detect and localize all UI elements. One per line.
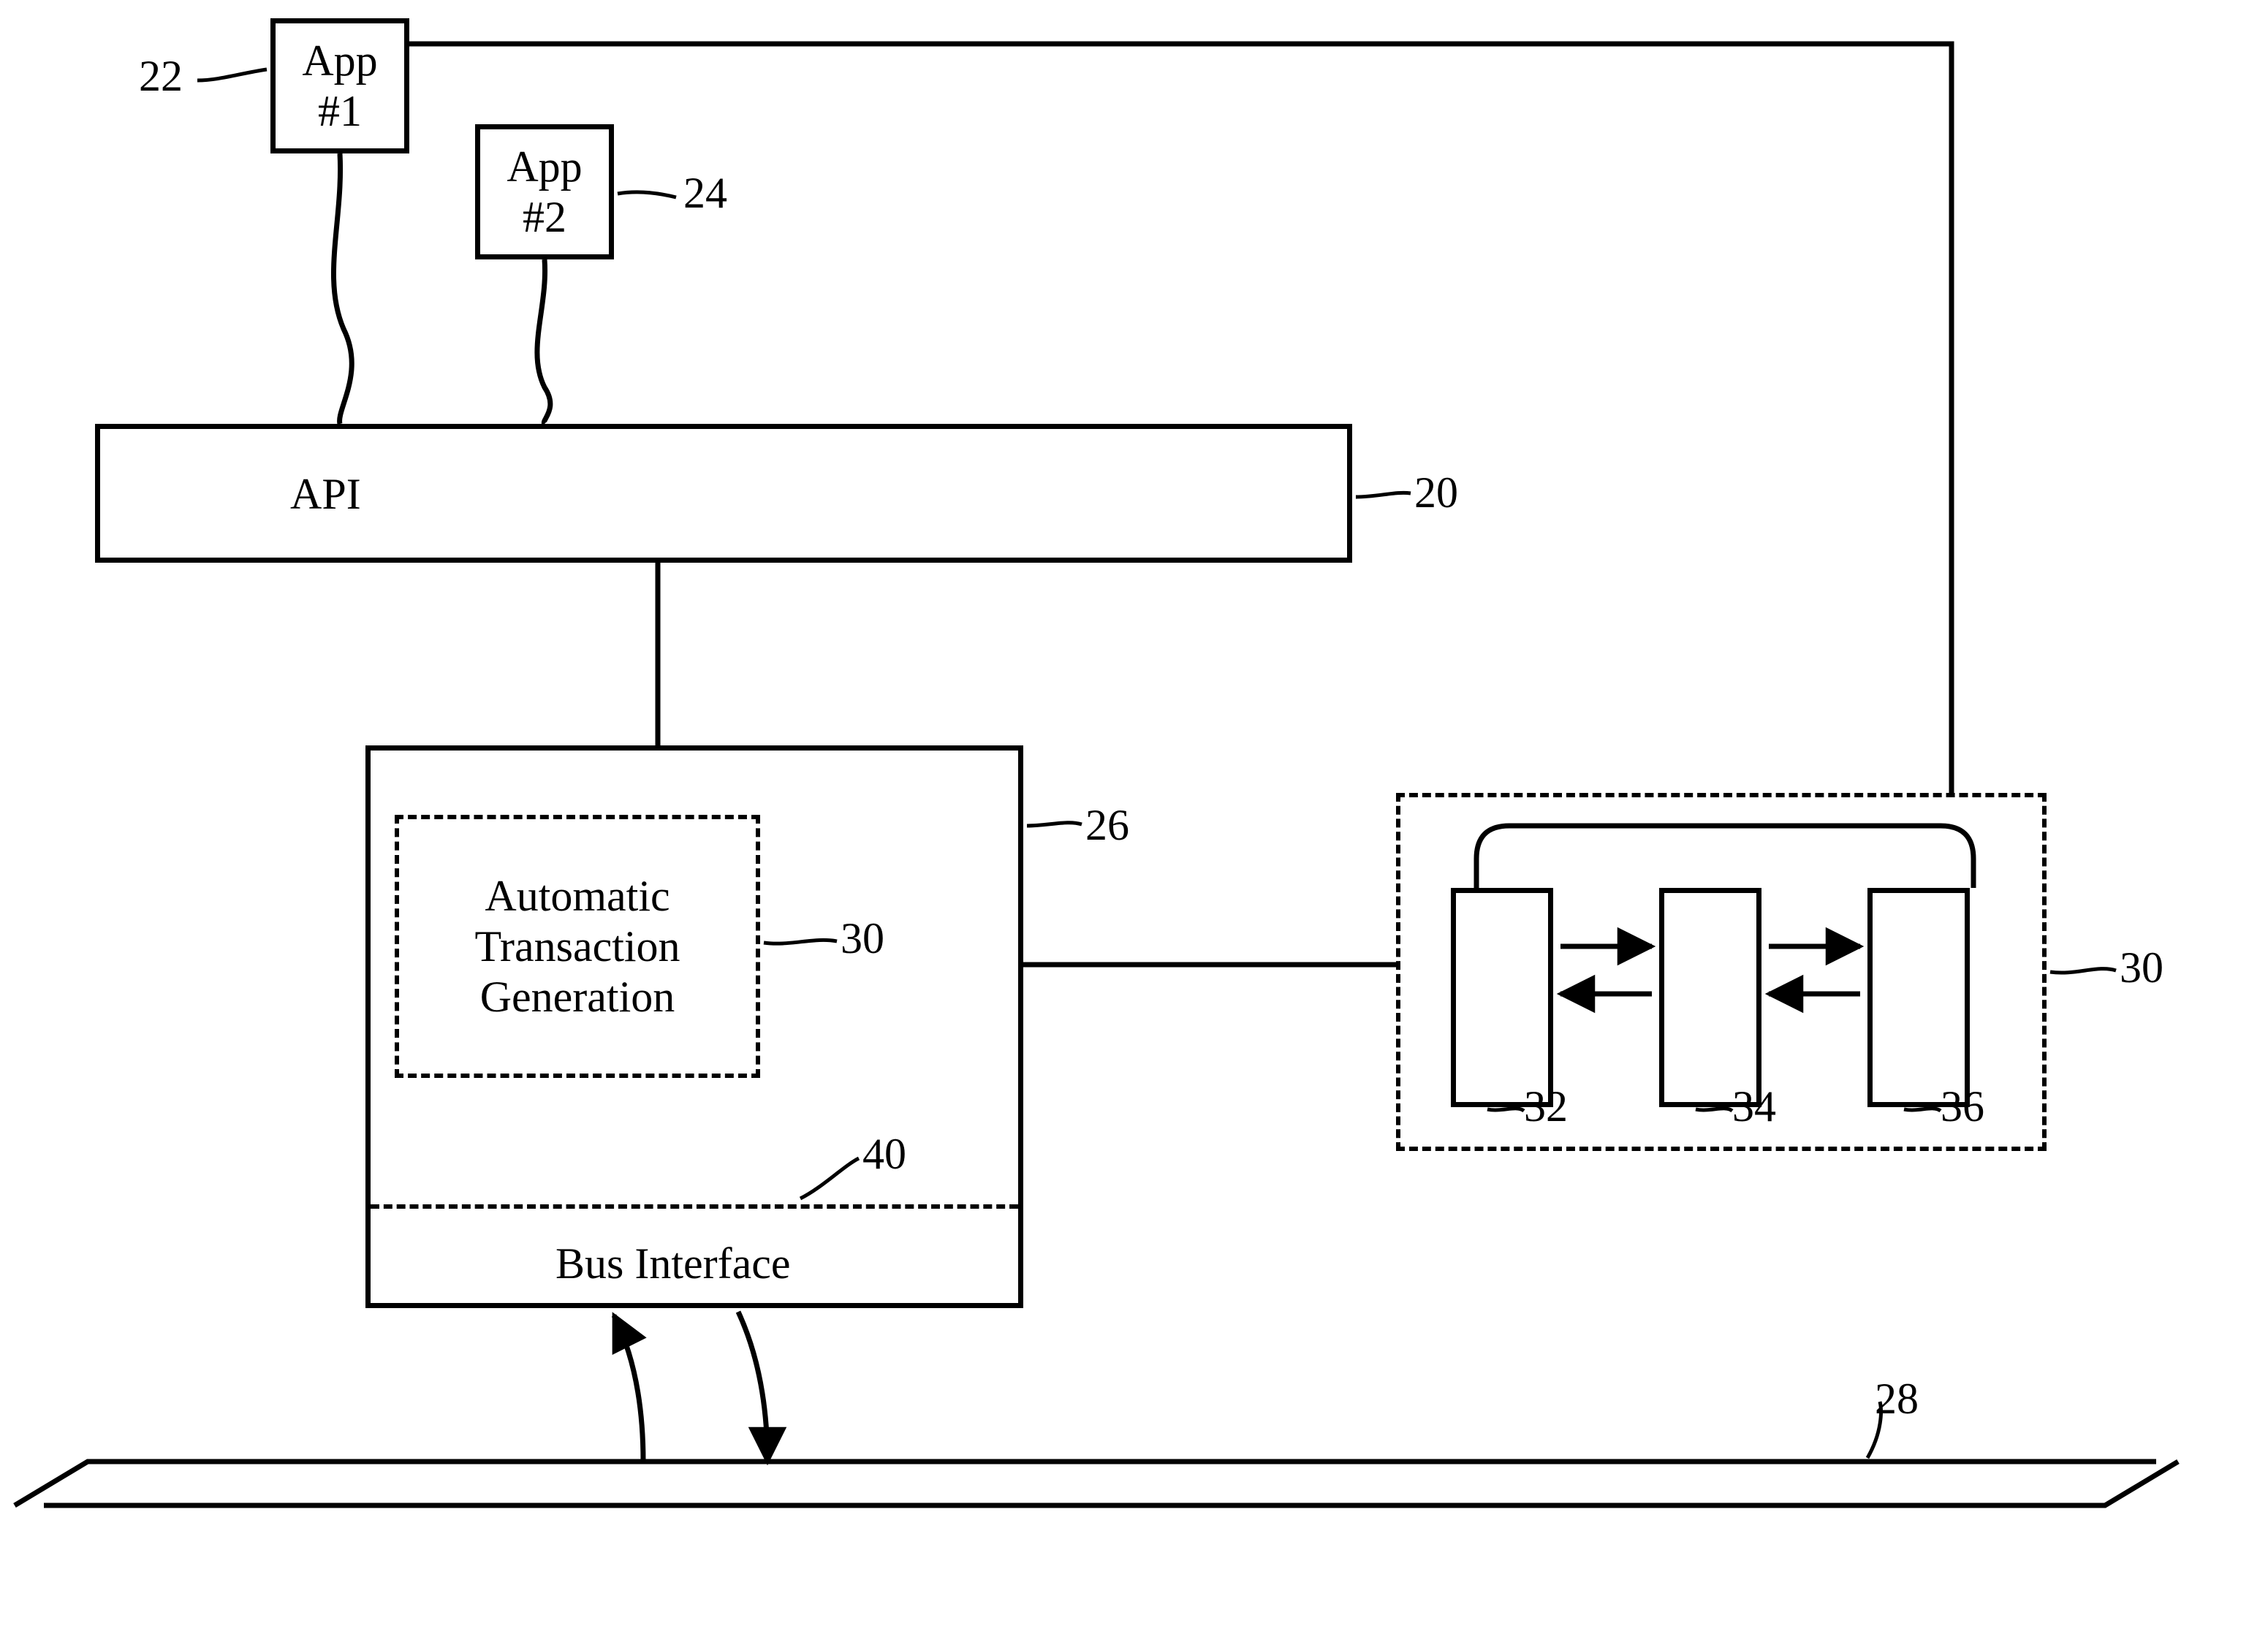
atg-line2: Transaction	[474, 922, 680, 972]
separator-40	[371, 1204, 1018, 1209]
block-32	[1451, 888, 1553, 1107]
app1-line2: #1	[318, 86, 362, 137]
ref-40: 40	[862, 1129, 906, 1179]
ref-28: 28	[1875, 1374, 1919, 1424]
atg-line3: Generation	[480, 972, 675, 1022]
ref-34: 34	[1732, 1082, 1776, 1132]
ref-20: 20	[1414, 468, 1458, 518]
block-36	[1867, 888, 1970, 1107]
diagram-stage: App #1 App #2 API Automatic Transaction …	[0, 0, 2268, 1626]
ref-22: 22	[139, 51, 183, 102]
ref-26: 26	[1085, 800, 1129, 851]
atg-line1: Automatic	[485, 871, 670, 922]
app2-line1: App	[507, 142, 582, 192]
block-34	[1659, 888, 1761, 1107]
ref-24: 24	[683, 168, 727, 219]
ref-30b: 30	[2120, 943, 2163, 993]
bus-interface-label: Bus Interface	[555, 1239, 791, 1289]
app1-line1: App	[302, 36, 377, 86]
ref-32: 32	[1524, 1082, 1568, 1132]
app1-box: App #1	[270, 18, 409, 153]
atg-box: Automatic Transaction Generation	[395, 815, 760, 1078]
app2-line2: #2	[523, 192, 566, 243]
app2-box: App #2	[475, 124, 614, 259]
api-box: API	[95, 424, 1352, 563]
ref-36: 36	[1941, 1082, 1984, 1132]
api-label: API	[290, 469, 361, 520]
ref-30a: 30	[841, 913, 884, 964]
